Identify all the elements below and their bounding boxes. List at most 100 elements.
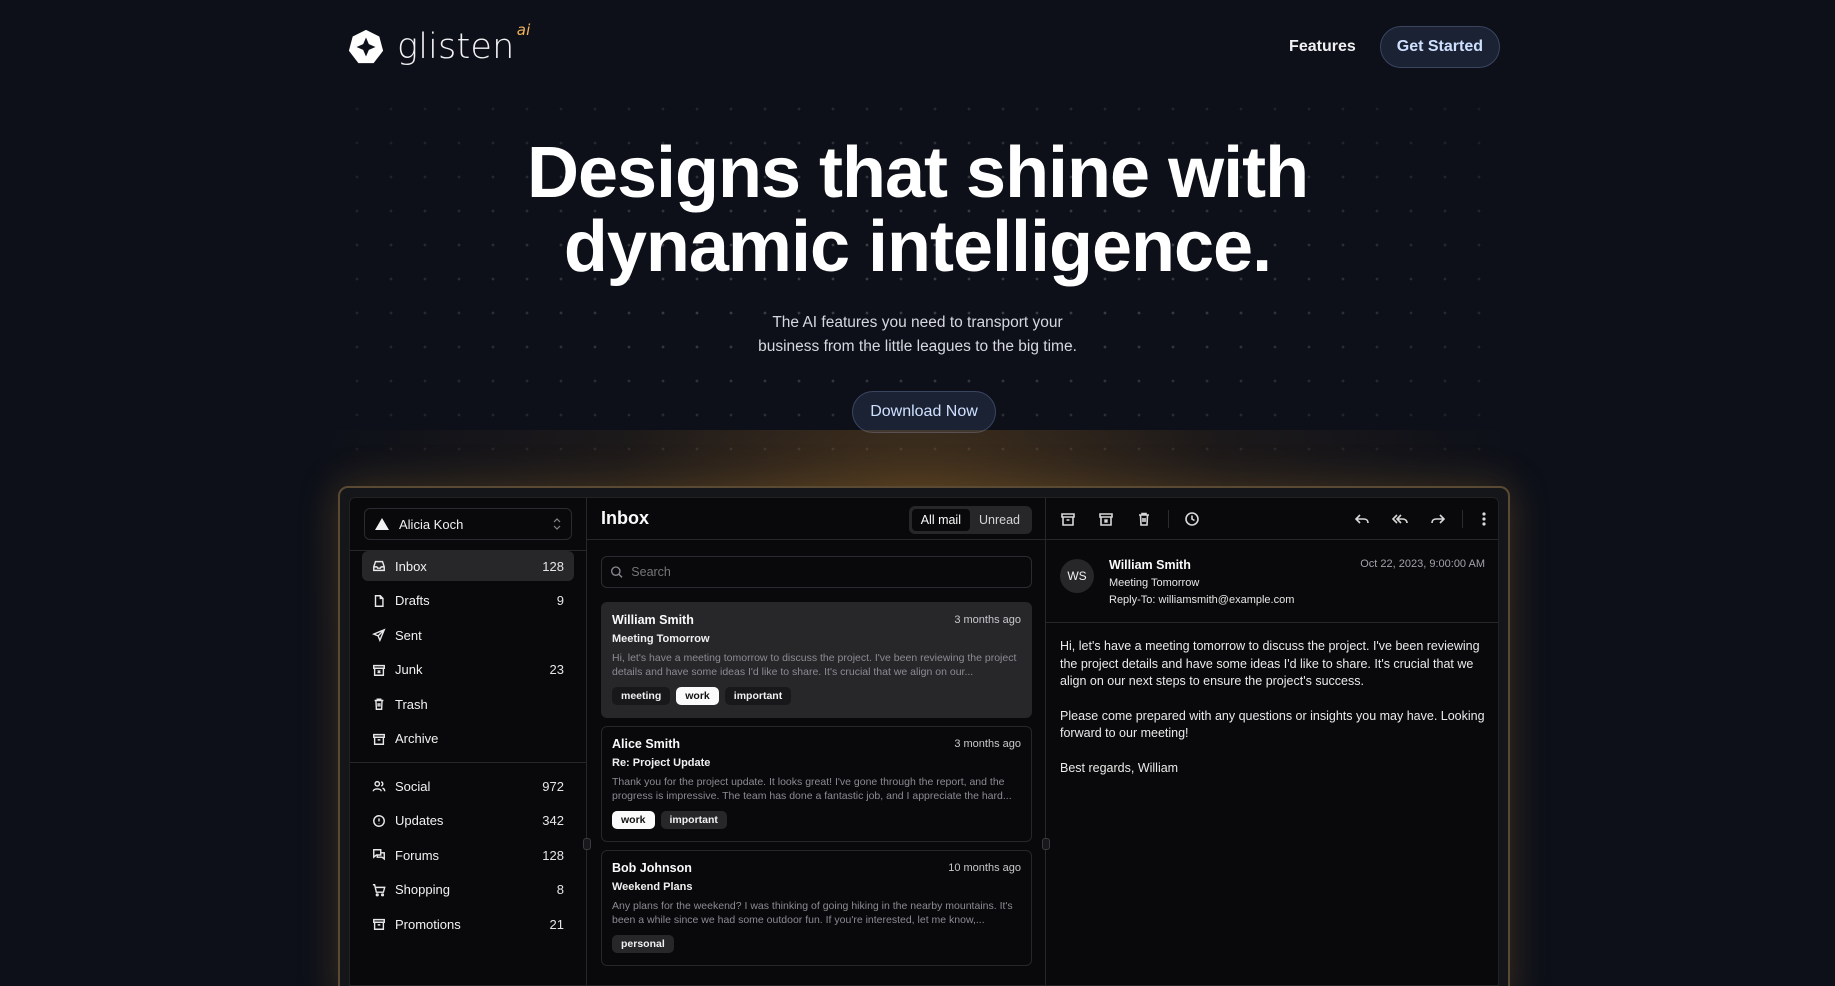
reply-icon[interactable] [1354,511,1370,527]
forward-icon[interactable] [1430,511,1446,527]
divider [1046,622,1498,623]
reply-all-icon[interactable] [1391,511,1408,527]
folder-label: Trash [395,696,428,712]
archive-icon [372,917,386,931]
archive-icon [372,732,386,746]
divider [350,762,586,763]
hero-subtitle-line-1: The AI features you need to transport yo… [772,314,1063,331]
mail-tags: meeting work important [612,687,1021,705]
toolbar-divider [1462,510,1463,528]
folder-junk[interactable]: Junk 23 [362,655,574,685]
archive-icon[interactable] [1060,511,1076,527]
mail-tags: work important [612,811,1021,829]
features-link[interactable]: Features [1289,38,1356,56]
tag-badge: important [724,687,792,705]
tag-badge: important [660,811,727,829]
folder-list: Inbox 128 Drafts 9 Sent Junk 23 Trash Ar… [362,551,574,759]
mail-toolbar [1046,498,1498,540]
archive-x-icon [372,663,386,677]
get-started-button[interactable]: Get Started [1379,26,1500,68]
mail-preview: Hi, let's have a meeting tomorrow to dis… [612,652,1017,678]
account-switcher[interactable]: Alicia Koch [364,508,572,540]
account-name: Alicia Koch [399,516,464,532]
mail-body-paragraph: Hi, let's have a meeting tomorrow to dis… [1060,639,1480,688]
category-count: 8 [556,882,564,898]
brand[interactable]: glisten ai [347,21,530,67]
avatar: WS [1060,559,1094,593]
category-list: Social 972 Updates 342 Forums 128 Shoppi… [362,771,574,944]
mail-app-preview: Alicia Koch Inbox 128 Drafts 9 Sent Junk… [349,497,1499,986]
folder-inbox[interactable]: Inbox 128 [362,551,574,581]
mail-body-paragraph: Please come prepared with any questions … [1060,708,1485,741]
nav-actions: Features Get Started [1289,26,1500,68]
category-count: 342 [542,813,564,829]
mail-item[interactable]: William Smith 3 months ago Meeting Tomor… [601,602,1032,718]
sender-name: William Smith [1109,558,1191,572]
tab-all-mail[interactable]: All mail [911,509,970,531]
reply-to: Reply-To: williamsmith@example.com [1109,594,1295,606]
folder-archive[interactable]: Archive [362,724,574,754]
folder-drafts[interactable]: Drafts 9 [362,586,574,616]
folder-count: 128 [542,558,564,574]
inbox-icon [372,559,386,573]
search-box [601,556,1032,588]
mail-item[interactable]: Bob Johnson 10 months ago Weekend Plans … [601,850,1032,966]
category-label: Promotions [395,916,461,932]
hero-title-line-1: Designs that shine with [526,133,1309,213]
folder-label: Drafts [395,593,430,609]
tag-badge: meeting [612,687,671,705]
top-nav: glisten ai Features Get Started [347,21,1500,68]
category-social[interactable]: Social 972 [362,771,574,801]
tag-badge: personal [612,935,674,953]
toolbar-divider [1168,510,1169,528]
trash-icon [372,697,386,711]
mail-body-paragraph: Best regards, William [1060,760,1179,775]
category-count: 972 [542,778,564,794]
mail-preview: Any plans for the weekend? I was thinkin… [612,900,1013,926]
trash-icon[interactable] [1136,511,1152,527]
category-count: 21 [549,916,564,932]
mail-filter-tabs: All mail Unread [908,506,1032,534]
users-icon [372,779,386,793]
folder-trash[interactable]: Trash [362,689,574,719]
category-promotions[interactable]: Promotions 21 [362,909,574,939]
more-vertical-icon[interactable] [1476,511,1492,527]
archive-x-icon[interactable] [1098,511,1114,527]
category-shopping[interactable]: Shopping 8 [362,875,574,905]
hero-title-line-2: dynamic intelligence. [563,207,1272,287]
folder-sent[interactable]: Sent [362,620,574,650]
messages-icon [372,848,386,862]
mail-time: 10 months ago [948,862,1021,874]
mail-preview: Thank you for the project update. It loo… [612,776,1012,802]
mail-subject: Weekend Plans [612,881,693,893]
tag-badge: work [676,687,719,705]
download-now-button[interactable]: Download Now [852,391,996,433]
mail-body: Hi, let's have a meeting tomorrow to dis… [1060,638,1485,794]
mail-subject: Re: Project Update [612,757,711,769]
cart-icon [372,883,386,897]
category-label: Forums [395,847,440,863]
category-updates[interactable]: Updates 342 [362,806,574,836]
mail-list-title: Inbox [601,508,649,528]
hero-title: Designs that shine with dynamic intellig… [0,136,1835,284]
file-icon [372,594,386,608]
search-input[interactable] [631,565,1023,579]
brand-superscript: ai [516,21,531,39]
mail-list: William Smith 3 months ago Meeting Tomor… [601,602,1032,974]
send-icon [372,628,386,643]
category-label: Updates [395,813,444,829]
alert-circle-icon [372,814,386,828]
category-count: 128 [542,847,564,863]
category-forums[interactable]: Forums 128 [362,840,574,870]
mail-tags: personal [612,935,1021,953]
tab-unread[interactable]: Unread [970,509,1029,531]
brand-text: glisten [397,27,515,67]
mail-item[interactable]: Alice Smith 3 months ago Re: Project Upd… [601,726,1032,842]
search-icon [610,566,623,578]
tag-badge: work [612,811,655,829]
folder-count: 9 [556,593,564,609]
folder-label: Sent [395,627,422,643]
folder-label: Inbox [395,558,427,574]
mail-sidebar: Alicia Koch Inbox 128 Drafts 9 Sent Junk… [350,498,587,985]
clock-icon[interactable] [1184,511,1200,527]
